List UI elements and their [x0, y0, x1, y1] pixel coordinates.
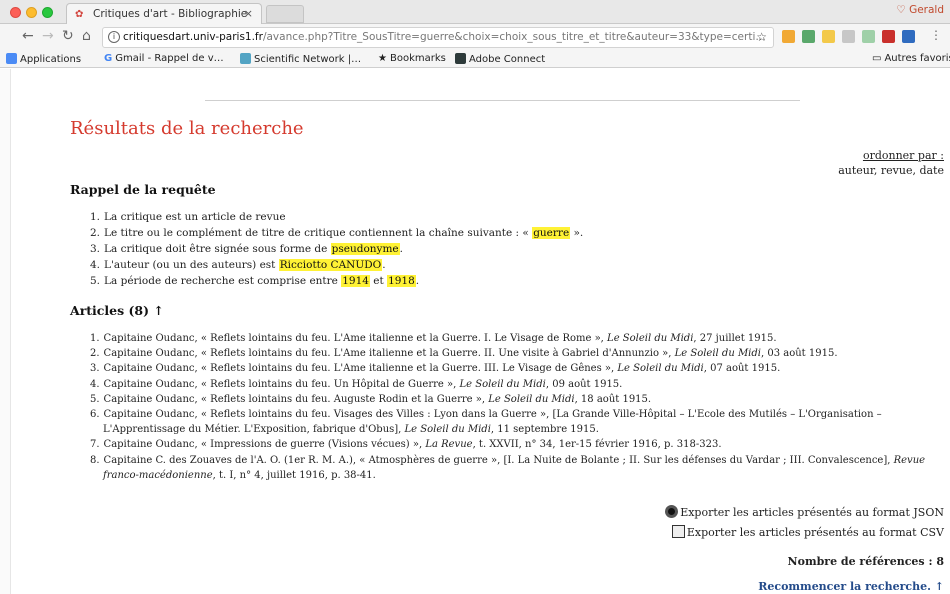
extension-icon[interactable] — [882, 30, 895, 43]
export-csv-link[interactable]: Exporter les articles présentés au forma… — [671, 525, 944, 539]
export-json-link[interactable]: Exporter les articles présentés au forma… — [665, 505, 944, 519]
minimize-window-button[interactable] — [26, 7, 37, 18]
article-item: 6. Capitaine Oudanc, « Reflets lointains … — [90, 409, 882, 436]
articles-heading[interactable]: Articles (8) ↑ — [70, 303, 164, 318]
address-host: critiquesdart.univ-paris1.fr — [123, 31, 263, 43]
list-item: 1. La critique est un article de revue — [90, 211, 286, 223]
maximize-window-button[interactable] — [42, 7, 53, 18]
google-icon: G — [104, 53, 113, 64]
list-item: 4. L'auteur (ou un des auteurs) est Ricci… — [90, 259, 386, 271]
order-control: ordonner par : auteur, revue, date — [838, 148, 944, 178]
bookmark-adobe-connect[interactable]: Adobe Connect — [455, 53, 545, 65]
article-item: 4. Capitaine Oudanc, « Reflets lointains … — [90, 378, 623, 390]
close-window-button[interactable] — [10, 7, 21, 18]
tab-close-icon[interactable]: × — [244, 7, 253, 20]
csv-icon — [671, 525, 685, 538]
extension-icon[interactable] — [822, 30, 835, 43]
article-item: 2. Capitaine Oudanc, « Reflets lointains … — [90, 348, 838, 360]
order-options[interactable]: auteur, revue, date — [838, 163, 944, 178]
json-icon — [665, 505, 679, 518]
extension-icon[interactable] — [842, 30, 855, 43]
site-top-nav — [205, 69, 800, 101]
site-favicon-icon: ✿ — [75, 9, 84, 20]
list-item: 5. La période de recherche est comprise e… — [90, 275, 420, 287]
profile-icon: ♡ — [896, 4, 906, 16]
list-item: 3. La critique doit être signée sous form… — [90, 243, 403, 255]
apps-grid-icon — [6, 53, 17, 64]
article-item: 7. Capitaine Oudanc, « Impressions de gue… — [90, 439, 722, 451]
restart-search-link[interactable]: Recommencer la recherche. ↑ — [758, 580, 944, 593]
forward-arrow-icon[interactable]: → — [42, 28, 54, 44]
menu-dots-icon[interactable]: ⋮ — [930, 28, 942, 42]
profile-button[interactable]: ♡ Gerald — [896, 4, 944, 16]
page-scrollbar[interactable] — [0, 69, 11, 594]
bookmark-gmail[interactable]: G Gmail - Rappel de v… — [104, 53, 224, 64]
bookmark-bookmarks[interactable]: ★ Bookmarks — [378, 53, 446, 64]
bookmark-other-folder[interactable]: ▭ Autres favoris — [872, 53, 950, 64]
browser-toolbar: ← → ↻ ⌂ i critiquesdart.univ-paris1.fr/a… — [0, 24, 950, 50]
bookmark-star-icon[interactable]: ☆ — [756, 30, 767, 44]
highlight: pseudonyme — [330, 243, 400, 255]
page-title: Résultats de la recherche — [70, 118, 304, 139]
article-item: 8. Capitaine C. des Zouaves de l'A. O. (1… — [90, 454, 926, 481]
article-item: 1. Capitaine Oudanc, « Reflets lointains … — [90, 333, 777, 344]
extension-icon[interactable] — [902, 30, 915, 43]
back-arrow-icon[interactable]: ← — [22, 28, 34, 44]
browser-tab[interactable]: ✿ Critiques d'art - Bibliographie × — [66, 3, 262, 24]
network-icon — [240, 53, 251, 64]
extension-icon[interactable] — [802, 30, 815, 43]
highlight: Ricciotto CANUDO — [278, 259, 383, 271]
request-heading: Rappel de la requête — [70, 182, 216, 197]
list-item: 2. Le titre ou le complément de titre de … — [90, 227, 584, 239]
folder-icon: ▭ — [872, 53, 882, 64]
address-path: /avance.php?Titre_SousTitre=guerre&choix… — [262, 31, 766, 43]
highlight: 1918 — [387, 275, 416, 287]
highlight: guerre — [532, 227, 571, 239]
extension-icon[interactable] — [862, 30, 875, 43]
reload-icon[interactable]: ↻ — [62, 28, 74, 44]
request-list: 1. La critique est un article de revue 2.… — [90, 209, 583, 289]
order-label[interactable]: ordonner par : — [838, 148, 944, 163]
extension-icon[interactable] — [782, 30, 795, 43]
highlight: 1914 — [341, 275, 370, 287]
references-count: Nombre de références : 8 — [787, 555, 944, 568]
browser-tab-bar: ✿ Critiques d'art - Bibliographie × ♡ Ge… — [0, 0, 950, 24]
bookmarks-bar: Applications G Gmail - Rappel de v… Scien… — [0, 50, 950, 68]
info-icon[interactable]: i — [108, 31, 120, 43]
address-bar[interactable]: i critiquesdart.univ-paris1.fr/avance.ph… — [102, 27, 774, 48]
articles-list: 1. Capitaine Oudanc, « Reflets lointains … — [90, 331, 942, 483]
adobe-icon — [455, 53, 466, 64]
profile-name: Gerald — [909, 4, 944, 16]
new-tab-button[interactable] — [266, 5, 304, 23]
tab-title: Critiques d'art - Bibliographie — [93, 8, 248, 20]
bookmark-applications[interactable]: Applications — [6, 53, 81, 65]
bookmark-scientific-network[interactable]: Scientific Network |… — [240, 53, 361, 65]
article-item: 5. Capitaine Oudanc, « Reflets lointains … — [90, 393, 652, 405]
star-icon: ★ — [378, 53, 387, 64]
article-item: 3. Capitaine Oudanc, « Reflets lointains … — [90, 363, 781, 375]
home-icon[interactable]: ⌂ — [82, 28, 91, 44]
